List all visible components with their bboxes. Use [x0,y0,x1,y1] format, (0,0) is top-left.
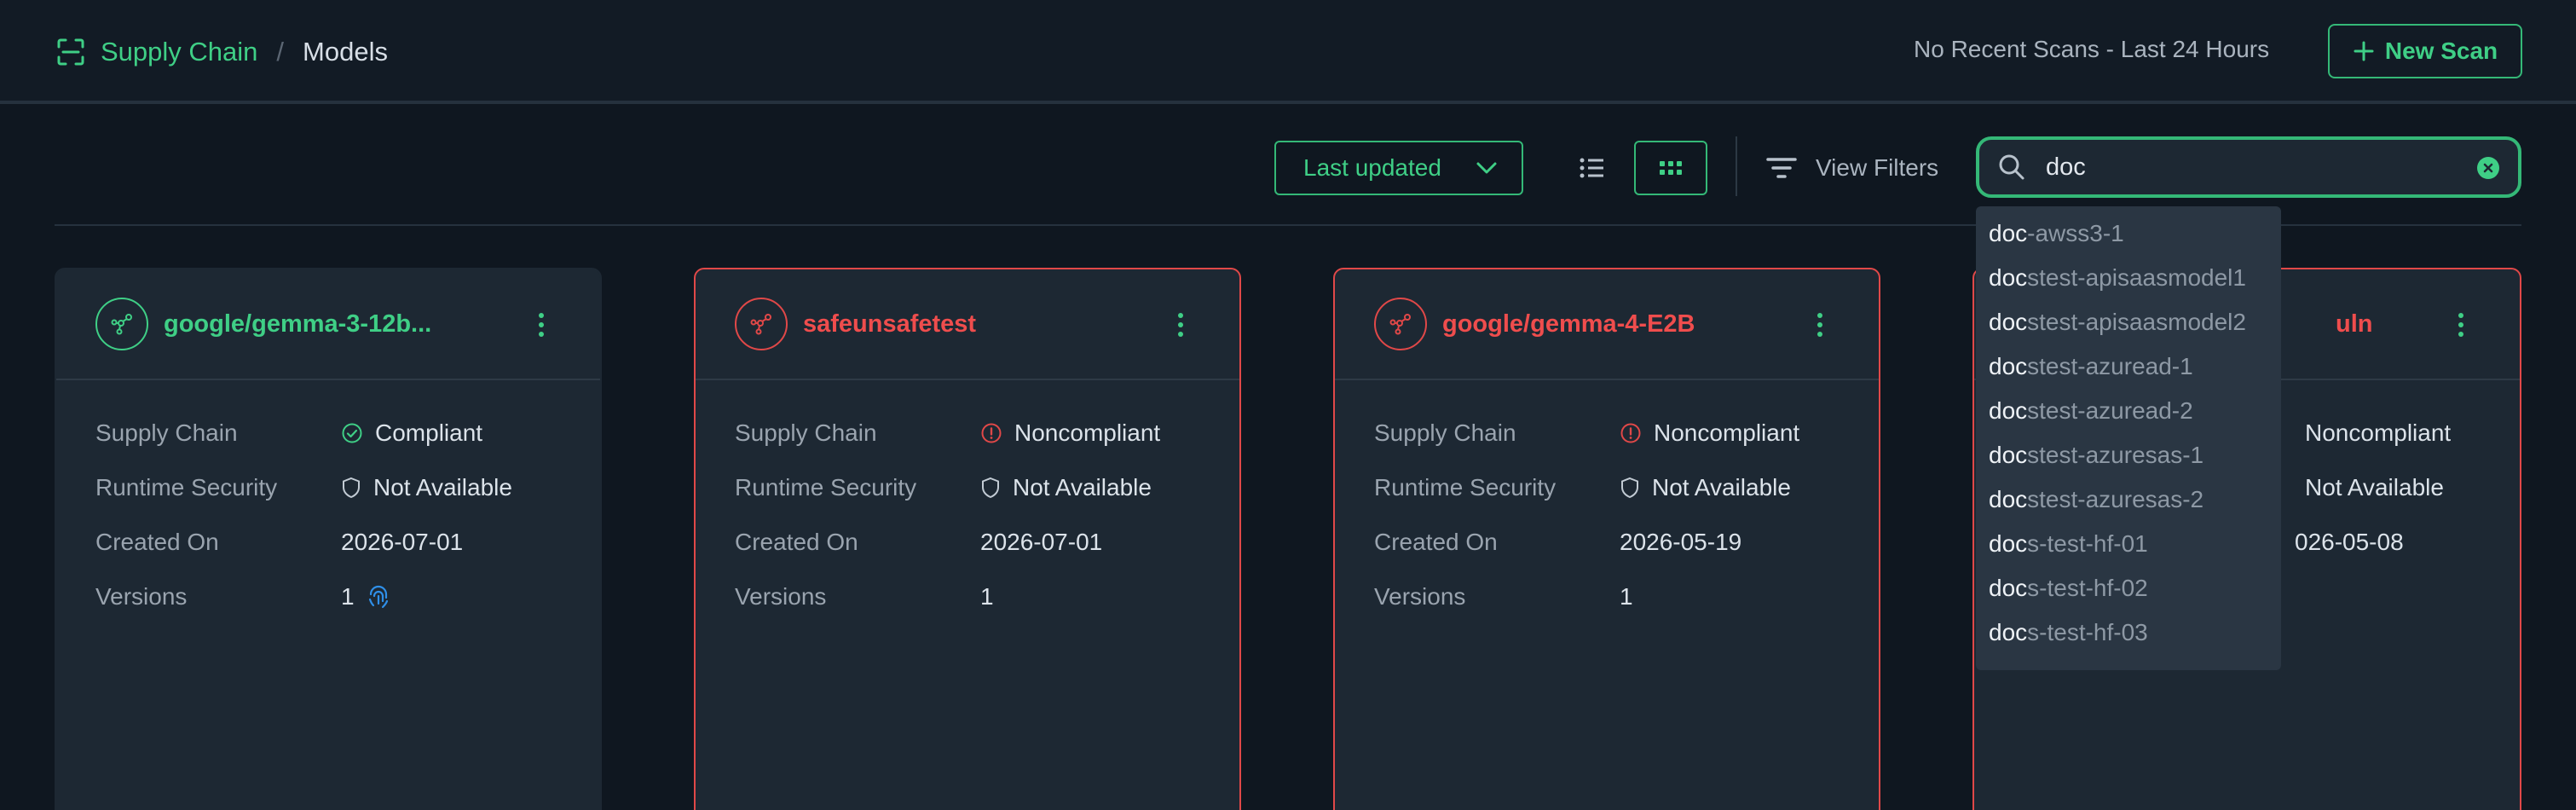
suggestion-item[interactable]: doc stest-apisaasmodel1 [1976,256,2281,300]
supply-chain-status: Noncompliant [1014,419,1161,446]
recent-scans-status: No Recent Scans - Last 24 Hours [1914,36,2270,62]
new-scan-label: New Scan [2384,38,2498,64]
created-on-value: 2026-07-01 [980,529,1103,555]
model-card[interactable]: google/gemma-3-12b... Supply Chain Compl… [55,268,602,810]
versions-label: Versions [735,583,827,610]
created-on-value: 026-05-08 [2295,529,2404,555]
created-on-value: 2026-05-19 [1620,529,1742,555]
runtime-security-status: Not Available [2305,474,2444,500]
search-input[interactable]: doc [1976,136,2521,198]
kebab-icon[interactable] [1816,312,1824,338]
runtime-security-label: Runtime Security [735,474,917,500]
kebab-icon[interactable] [2457,312,2465,338]
runtime-security-status: Not Available [373,474,512,500]
card-title[interactable]: google/gemma-3-12b... [164,310,431,338]
new-scan-button[interactable]: New Scan [2328,24,2522,78]
card-header: safeunsafetest [696,269,1239,380]
supply-chain-label: Supply Chain [95,419,238,446]
card-title[interactable]: google/gemma-4-E2B [1442,310,1695,338]
supply-chain-status: Compliant [375,419,483,446]
created-on-label: Created On [95,529,219,555]
breadcrumb-models: Models [303,37,388,67]
filter-icon [1766,158,1797,178]
suggestion-item[interactable]: doc stest-apisaasmodel2 [1976,300,2281,344]
model-icon [1374,298,1427,350]
grid-view-icon [1660,161,1682,175]
clear-search-button[interactable] [2477,157,2499,179]
suggestion-item[interactable]: doc s-test-hf-01 [1976,522,2281,566]
card-title[interactable]: uln [2336,310,2373,338]
kebab-icon[interactable] [537,312,546,338]
created-on-label: Created On [1374,529,1498,555]
versions-value: 1 [1620,583,1633,610]
created-on-label: Created On [735,529,858,555]
breadcrumb-supply-chain[interactable]: Supply Chain [101,37,257,67]
suggestion-item[interactable]: doc stest-azuread-1 [1976,344,2281,389]
view-filters-button[interactable]: View Filters [1766,149,1938,187]
runtime-security-status: Not Available [1652,474,1791,500]
plus-icon [2354,41,2374,61]
versions-label: Versions [95,583,188,610]
model-icon [95,298,148,350]
model-card[interactable]: google/gemma-4-E2B Supply Chain Noncompl… [1333,268,1880,810]
scan-frame-icon [57,38,84,66]
suggestion-item[interactable]: doc s-test-hf-02 [1976,566,2281,610]
runtime-security-label: Runtime Security [95,474,278,500]
supply-chain-label: Supply Chain [735,419,877,446]
card-header: google/gemma-4-E2B [1335,269,1879,380]
supply-chain-status: Noncompliant [1654,419,1800,446]
list-view-icon [1580,158,1603,178]
kebab-icon[interactable] [1176,312,1185,338]
top-header: Supply Chain / Models No Recent Scans - … [0,0,2576,104]
card-header: google/gemma-3-12b... [56,269,600,380]
fingerprint-icon[interactable] [367,584,390,610]
search-icon [1999,154,2024,180]
runtime-security-status: Not Available [1013,474,1152,500]
search-value: doc [2046,153,2086,181]
breadcrumb: Supply Chain / Models [56,34,388,70]
runtime-security-label: Runtime Security [1374,474,1557,500]
model-icon [735,298,788,350]
suggestion-item[interactable]: doc stest-azuresas-1 [1976,433,2281,477]
versions-value: 1 [980,583,994,610]
chevron-down-icon [1476,162,1497,174]
versions-label: Versions [1374,583,1466,610]
supply-chain-status: Noncompliant [2305,419,2452,446]
suggestion-item[interactable]: doc s-test-hf-03 [1976,610,2281,655]
model-card[interactable]: safeunsafetest Supply Chain Noncompliant… [694,268,1241,810]
breadcrumb-separator: / [276,37,285,67]
supply-chain-label: Supply Chain [1374,419,1516,446]
created-on-value: 2026-07-01 [341,529,464,555]
sort-label: Last updated [1303,154,1441,181]
shield-icon [343,477,360,499]
list-view-button[interactable] [1565,141,1620,195]
versions-value: 1 [341,583,355,610]
suggestion-item[interactable]: doc stest-azuresas-2 [1976,477,2281,522]
grid-view-button[interactable] [1634,141,1707,195]
toolbar-divider [1736,136,1737,196]
suggestion-item[interactable]: doc -awss3-1 [1976,211,2281,256]
card-title[interactable]: safeunsafetest [803,310,976,338]
check-circle-icon [342,423,362,443]
sort-dropdown[interactable]: Last updated [1274,141,1523,195]
search-suggestions: doc -awss3-1 doc stest-apisaasmodel1 doc st… [1976,206,2281,670]
clear-icon [2483,163,2493,173]
shield-icon [982,477,999,499]
suggestion-item[interactable]: doc stest-azuread-2 [1976,389,2281,433]
alert-circle-icon [1620,423,1641,443]
shield-icon [1621,477,1638,499]
view-filters-label: View Filters [1816,154,1939,181]
alert-circle-icon [981,423,1002,443]
